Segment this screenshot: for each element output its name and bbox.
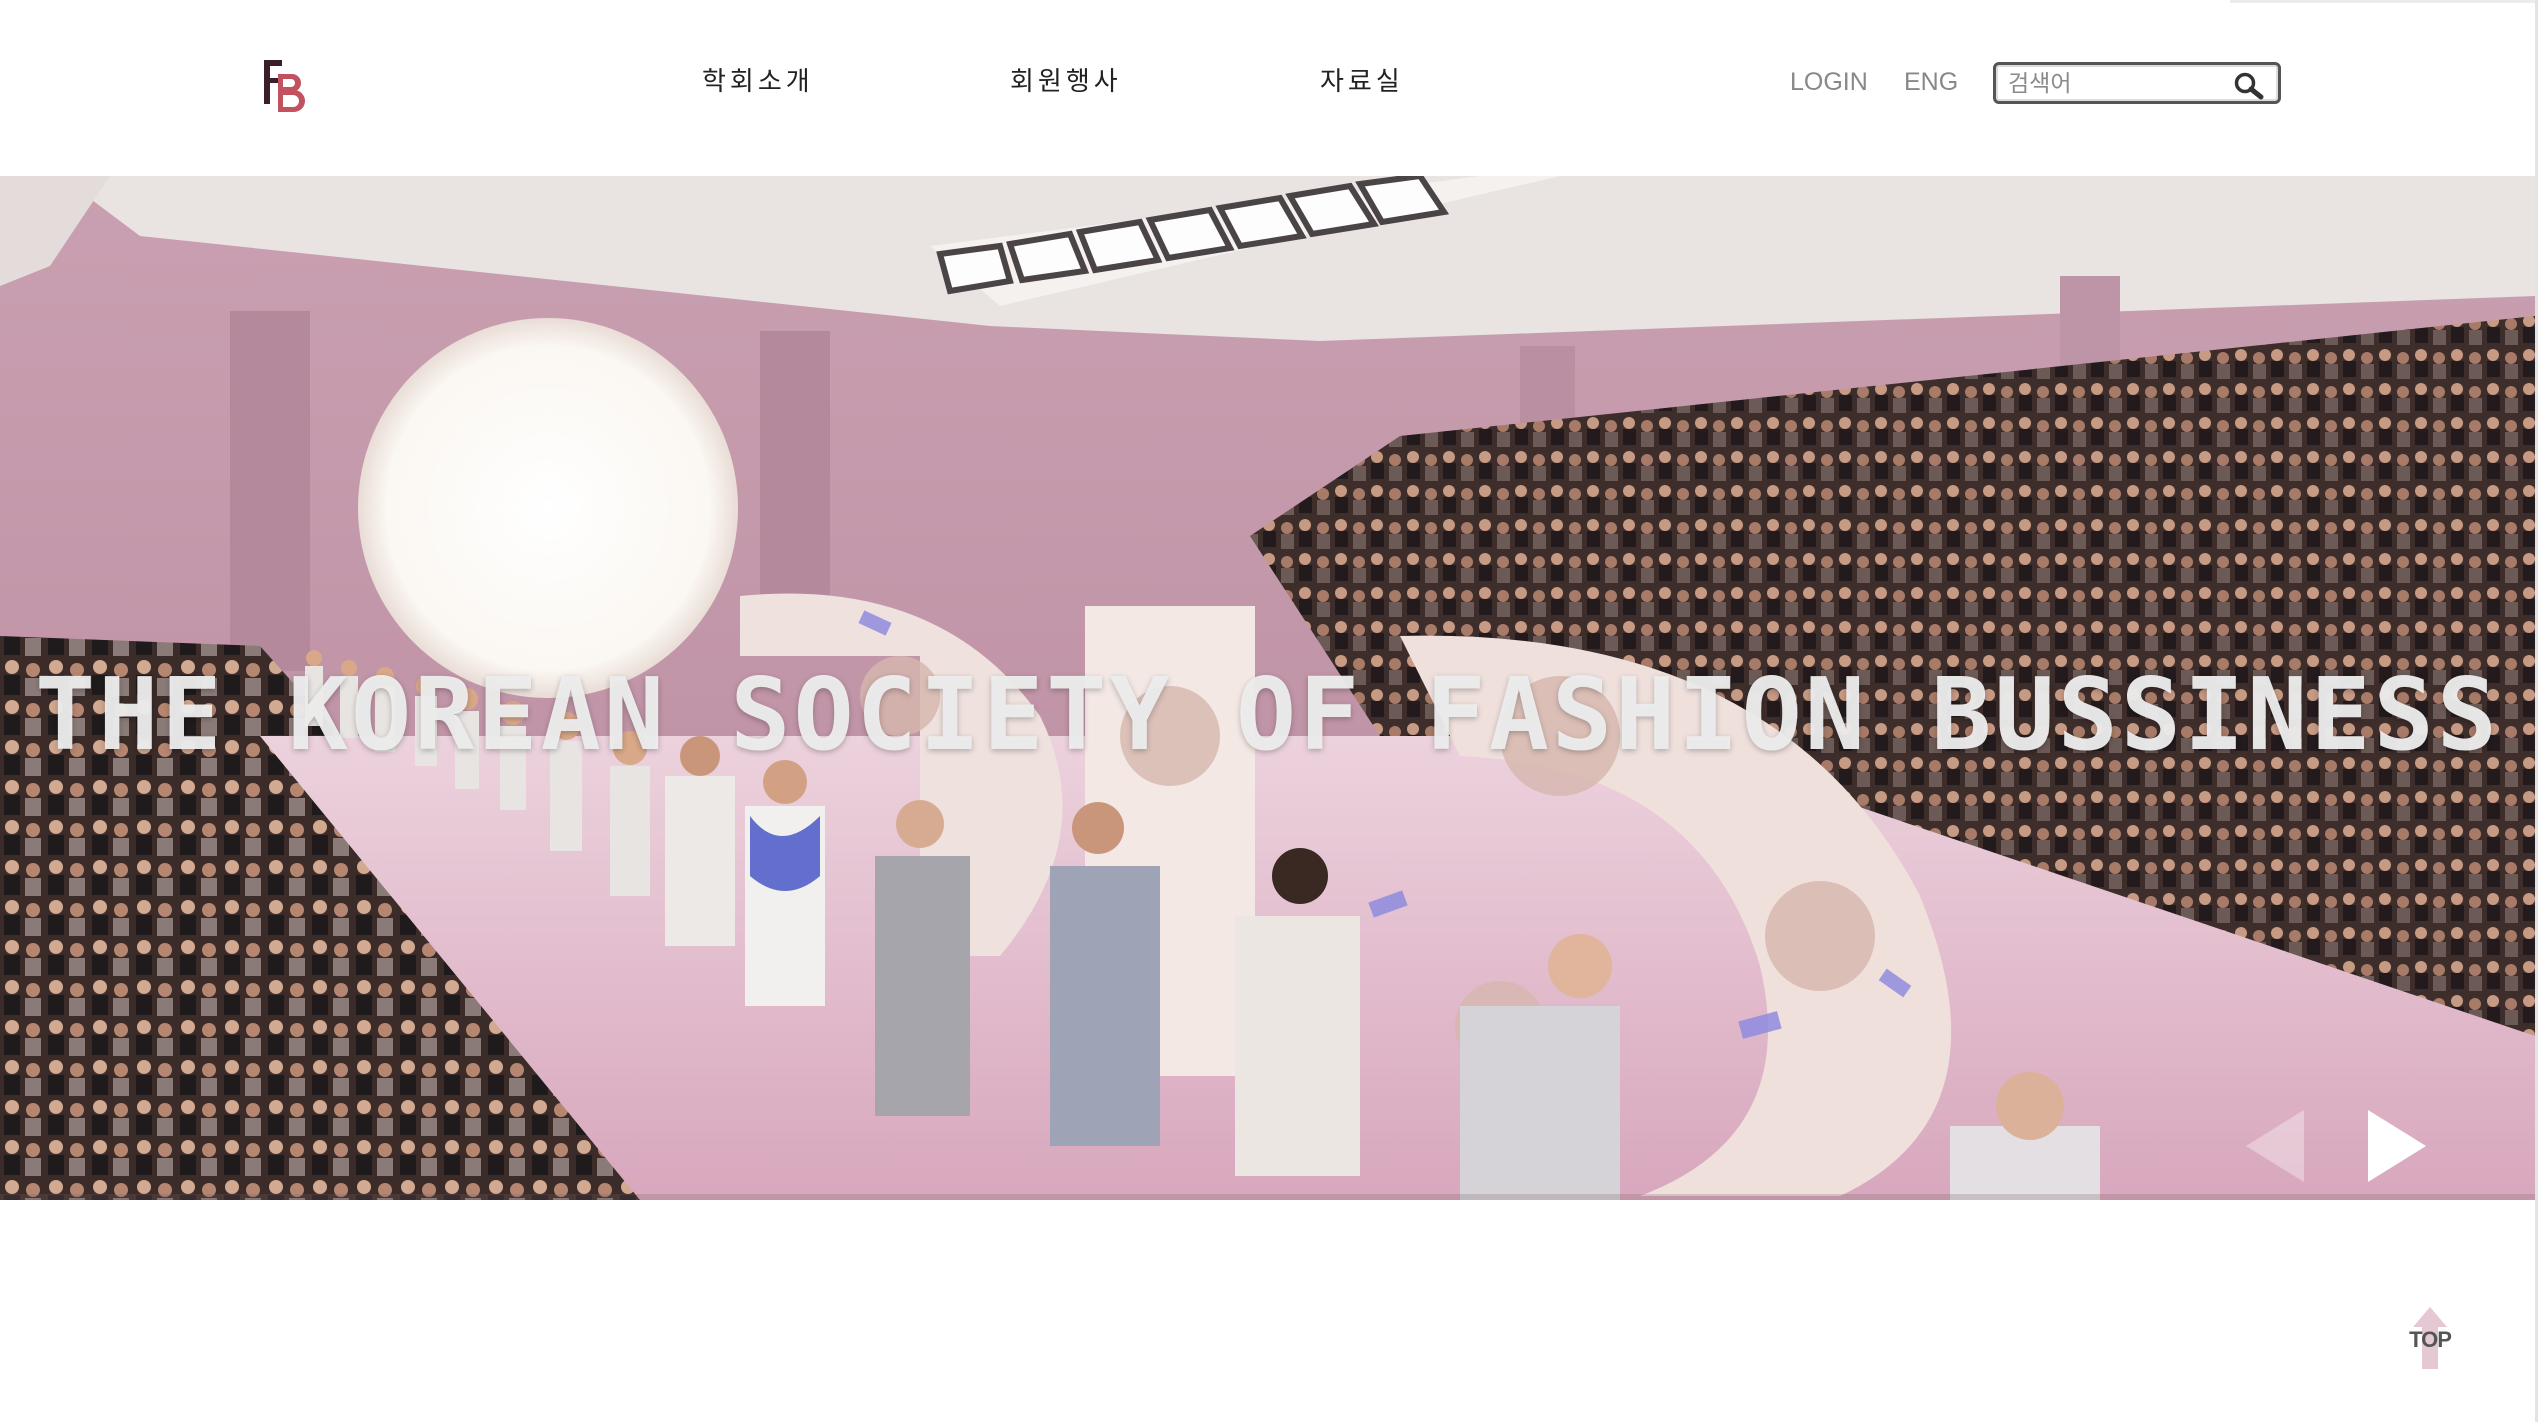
site-header: 학회소개 회원행사 자료실 LOGIN ENG (0, 0, 2541, 176)
logo[interactable] (262, 56, 310, 114)
scroll-to-top-button[interactable]: TOP (2405, 1305, 2455, 1371)
search-input[interactable] (2008, 67, 2228, 101)
top-button-label: TOP (2409, 1327, 2452, 1352)
triangle-right-icon (2368, 1110, 2426, 1182)
prev-slide-button[interactable] (2240, 1106, 2310, 1186)
nav-item-member-events[interactable]: 회원행사 (1010, 62, 1122, 102)
search-box (1993, 62, 2281, 104)
search-icon[interactable] (2232, 70, 2266, 100)
hero-banner: THE KOREAN SOCIETY OF FASHION BUSSINESS (0, 176, 2535, 1200)
login-link[interactable]: LOGIN (1790, 64, 1868, 100)
triangle-left-icon (2246, 1110, 2304, 1182)
page-right-border (2535, 0, 2538, 1422)
language-link[interactable]: ENG (1904, 64, 1958, 100)
top-edge-line (2230, 0, 2535, 3)
nav-item-about[interactable]: 학회소개 (702, 62, 814, 102)
next-slide-button[interactable] (2362, 1106, 2432, 1186)
hero-title: THE KOREAN SOCIETY OF FASHION BUSSINESS (35, 656, 2500, 773)
fb-logo-icon (264, 60, 305, 112)
nav-item-archive[interactable]: 자료실 (1320, 62, 1404, 102)
